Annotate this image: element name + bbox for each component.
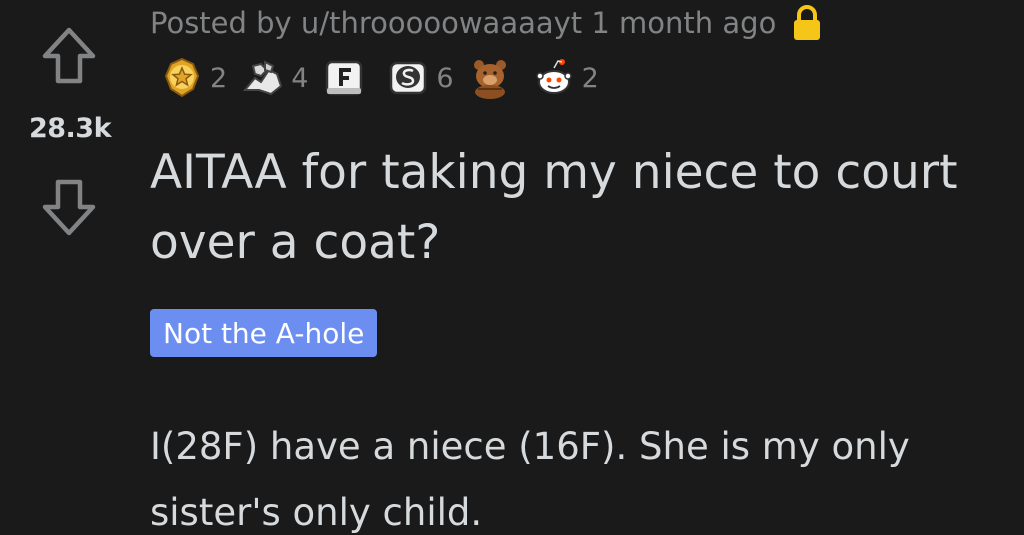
gold-star-award-icon — [160, 56, 204, 100]
s-keycap-award-icon — [386, 56, 430, 100]
vote-column: 28.3k — [0, 0, 140, 535]
downvote-arrow-icon[interactable] — [38, 176, 100, 238]
award-item[interactable]: 6 — [386, 56, 454, 100]
arm-wrestle-award-icon — [241, 56, 285, 100]
award-item[interactable]: 4 — [241, 56, 308, 100]
vote-score: 28.3k — [28, 113, 112, 144]
award-count: 6 — [436, 62, 454, 94]
snoo-award-icon — [532, 56, 576, 100]
award-count: 2 — [581, 62, 599, 94]
award-count: 2 — [210, 62, 228, 94]
press-f-award-icon — [322, 56, 366, 100]
post-card: 28.3k Posted by u/throoooowaaaayt 1 mont… — [0, 0, 1024, 535]
post-flair-badge[interactable]: Not the A-hole — [150, 309, 378, 357]
awards-row: 2 4 6 2 — [160, 52, 613, 104]
award-item[interactable]: 2 — [160, 56, 227, 100]
post-title[interactable]: AITAA for taking my niece to court over … — [150, 138, 990, 278]
award-count: 4 — [291, 62, 309, 94]
post-body: I(28F) have a niece (16F). She is my onl… — [150, 425, 910, 534]
lock-icon — [790, 4, 824, 42]
posted-by-text: Posted by u/throoooowaaaayt 1 month ago — [150, 6, 777, 40]
bear-award-icon — [468, 56, 512, 100]
award-item[interactable] — [322, 56, 372, 100]
post-meta: Posted by u/throoooowaaaayt 1 month ago — [150, 0, 824, 46]
award-item[interactable]: 2 — [532, 56, 599, 100]
upvote-arrow-icon[interactable] — [38, 25, 100, 87]
award-item[interactable] — [468, 56, 518, 100]
